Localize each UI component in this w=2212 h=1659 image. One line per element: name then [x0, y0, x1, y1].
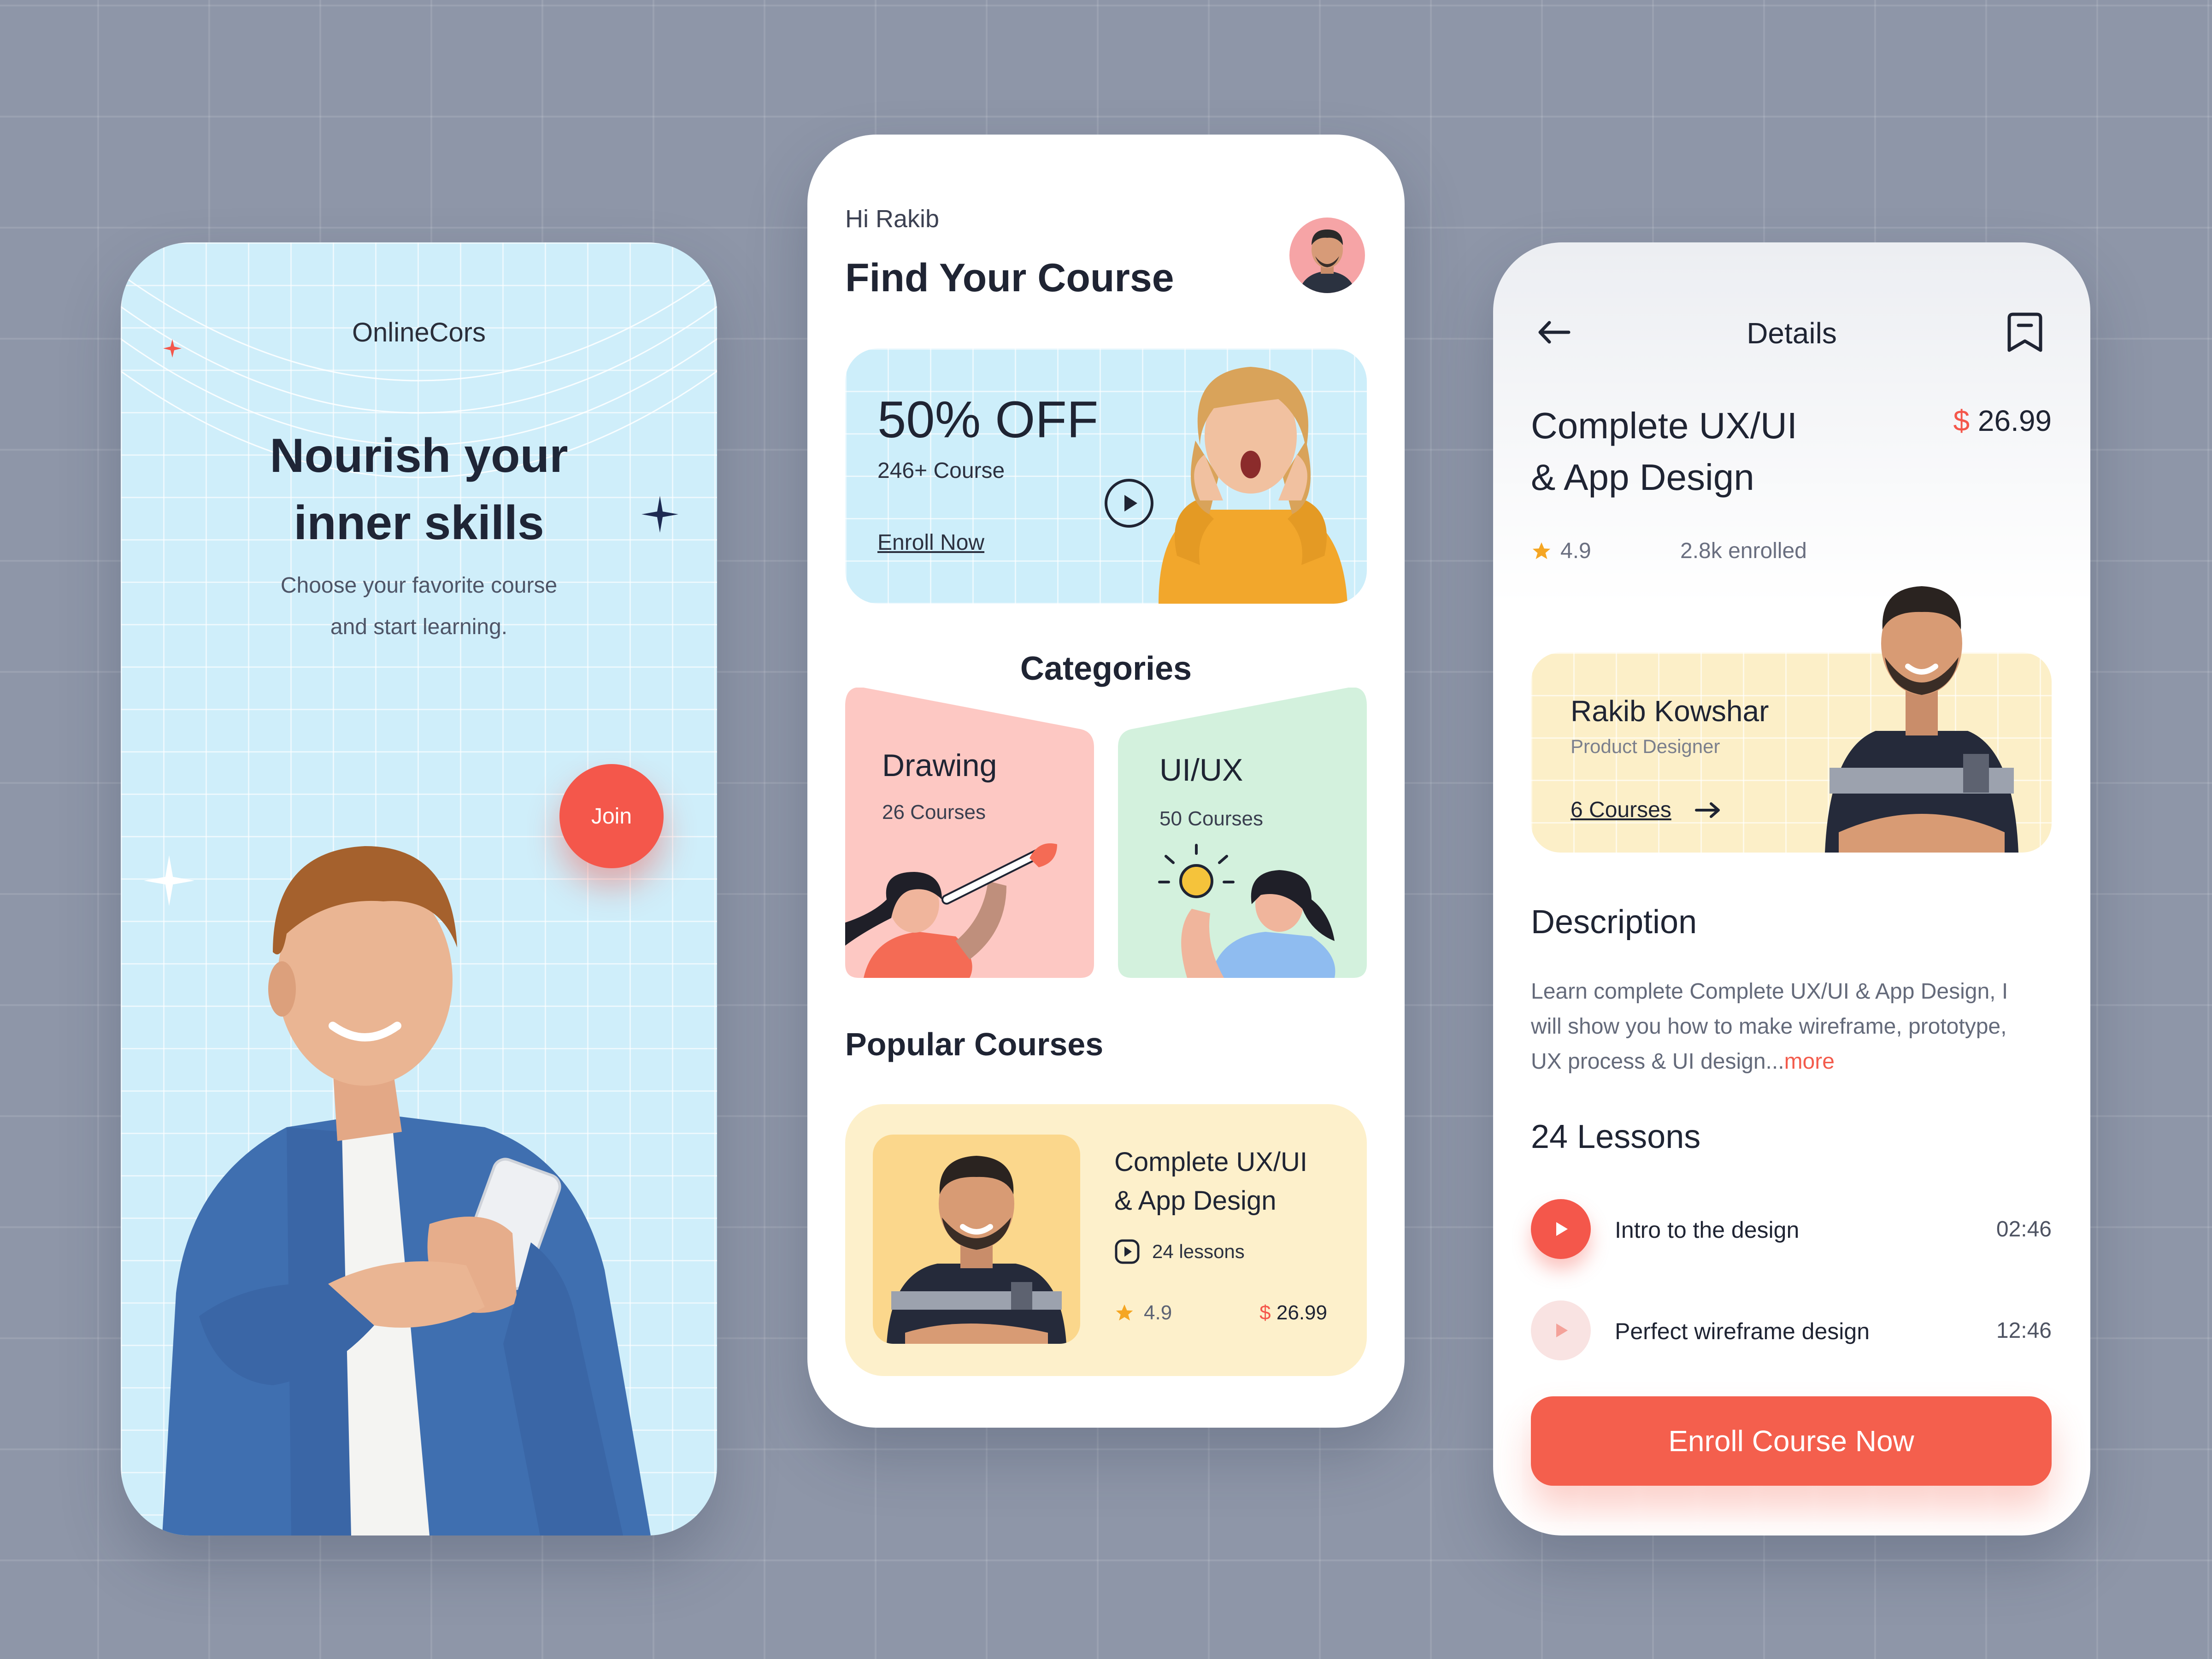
course-price: $ 26.99: [1493, 404, 2052, 438]
popular-courses-title: Popular Courses: [845, 1026, 1104, 1062]
star-icon: [1532, 542, 1551, 559]
lesson-name: Intro to the design: [1615, 1217, 1800, 1243]
profile-photo: [1299, 229, 1356, 293]
arrow-right-icon: [1694, 802, 1720, 818]
lesson-item[interactable]: Perfect wireframe design 12:46: [1531, 1300, 2052, 1365]
onboarding-screen: OnlineCors Nourish your inner skills Cho…: [121, 242, 717, 1535]
enroll-now-link[interactable]: Enroll Now: [877, 530, 984, 555]
subtitle: Choose your favorite course and start le…: [121, 565, 717, 648]
instructor-photo: [1825, 586, 2018, 853]
currency-symbol: $: [1953, 404, 1970, 437]
category-name: Drawing: [882, 748, 997, 783]
description-line: Learn complete Complete UX/UI & App Desi…: [1531, 979, 2008, 1004]
page-title: Find Your Course: [845, 256, 1174, 300]
lesson-item[interactable]: Intro to the design 02:46: [1531, 1199, 2052, 1264]
course-title-line: & App Design: [1531, 457, 1754, 498]
brand-name: OnlineCors: [352, 318, 486, 347]
avatar[interactable]: [1289, 218, 1365, 293]
subtitle-line: and start learning.: [330, 615, 508, 639]
category-count: 50 Courses: [1159, 807, 1264, 830]
enroll-course-button[interactable]: Enroll Course Now: [1531, 1396, 2052, 1486]
subtitle-line: Choose your favorite course: [280, 573, 558, 598]
description-line: will show you how to make wireframe, pro…: [1531, 1014, 2007, 1039]
lesson-play-icon: [1115, 1239, 1140, 1264]
courses-label: 6 Courses: [1571, 798, 1671, 822]
categories-title: Categories: [1020, 650, 1192, 687]
description-title: Description: [1531, 904, 1697, 941]
home-screen: Hi Rakib Find Your Course 50% OFF 246+ C…: [807, 135, 1405, 1428]
play-icon: [1556, 1324, 1568, 1337]
promo-banner[interactable]: 50% OFF 246+ Course Enroll Now: [845, 348, 1367, 604]
lesson-duration: 02:46: [1996, 1217, 2052, 1241]
rating-value: 4.9: [1560, 539, 1591, 563]
description-line-text: UX process & UI design...: [1531, 1049, 1784, 1074]
enrolled-count: 2.8k enrolled: [1680, 539, 1807, 563]
category-card-uiux[interactable]: UI/UX 50 Courses: [1118, 688, 1367, 978]
currency-symbol: $: [1259, 1301, 1271, 1324]
drawing-illustration: [845, 843, 1057, 978]
lesson-play-button[interactable]: [1531, 1300, 1591, 1360]
course-title-line: & App Design: [1114, 1186, 1277, 1216]
course-rating: 4.9: [1531, 538, 1591, 564]
course-title-line: Complete UX/UI: [1114, 1147, 1308, 1177]
price-value: 26.99: [1977, 404, 2052, 437]
category-count: 26 Courses: [882, 801, 986, 824]
more-link[interactable]: more: [1784, 1049, 1835, 1074]
description-line: UX process & UI design...more: [1531, 1044, 2047, 1079]
header-title: Details: [1747, 317, 1837, 350]
lesson-duration: 12:46: [1996, 1318, 2052, 1343]
description-text: Learn complete Complete UX/UI & App Desi…: [1531, 974, 2047, 1079]
lessons-count: 24 lessons: [1152, 1241, 1245, 1262]
lesson-name: Perfect wireframe design: [1615, 1318, 1870, 1344]
course-title: Complete UX/UI & App Design: [1114, 1143, 1307, 1220]
uiux-illustration: [1158, 844, 1335, 978]
instructor-role: Product Designer: [1571, 735, 1720, 757]
headline: Nourish your inner skills: [121, 422, 717, 557]
man-with-phone-illustration: [162, 846, 651, 1535]
headline-line: inner skills: [294, 496, 544, 550]
details-screen: Details Complete UX/UI & App Design $ 26…: [1493, 242, 2090, 1535]
lessons-title: 24 Lessons: [1531, 1118, 1701, 1155]
instructor-courses-link[interactable]: 6 Courses: [1571, 797, 1722, 823]
category-card-drawing[interactable]: Drawing 26 Courses: [845, 688, 1094, 978]
promo-discount: 50% OFF: [877, 391, 1099, 448]
course-lessons: 24 lessons: [1114, 1239, 1245, 1265]
headline-line: Nourish your: [270, 429, 568, 482]
category-name: UI/UX: [1159, 753, 1243, 788]
promo-course-count: 246+ Course: [877, 459, 1005, 483]
bookmark-icon[interactable]: [2006, 312, 2043, 353]
woman-surprised-illustration: [1159, 367, 1347, 604]
play-icon: [1556, 1222, 1568, 1236]
popular-course-card[interactable]: Complete UX/UI & App Design 24 lessons 4…: [845, 1104, 1367, 1376]
price-value: 26.99: [1276, 1301, 1327, 1324]
greeting-text: Hi Rakib: [845, 205, 940, 233]
lesson-play-button[interactable]: [1531, 1199, 1591, 1259]
course-price: $ 26.99: [845, 1301, 1327, 1324]
instructor-name: Rakib Kowshar: [1571, 694, 1769, 728]
